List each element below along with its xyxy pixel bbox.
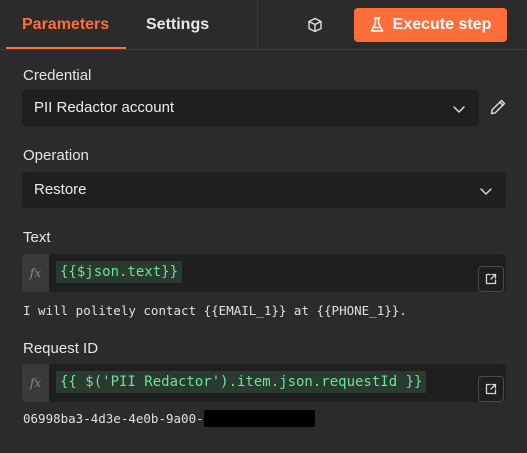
operation-value: Restore [34,181,87,198]
request-id-result-text: 06998ba3-4d3e-4e0b-9a00- [23,411,204,426]
expand-editor-button[interactable] [478,266,504,292]
active-tab-indicator [6,47,126,49]
fx-icon: fx [22,254,49,292]
chevron-down-icon [480,188,492,195]
text-result-preview: I will politely contact {{EMAIL_1}} at {… [23,303,407,318]
header-divider [257,0,258,50]
flask-icon [370,17,383,32]
chevron-down-icon [453,106,465,113]
operation-select[interactable]: Restore [22,172,506,208]
fx-icon: fx [22,364,49,402]
request-id-result-preview: 06998ba3-4d3e-4e0b-9a00- [23,409,315,427]
open-editor-icon [485,383,497,395]
open-editor-icon [485,273,497,285]
panel-header: Parameters Settings Execute step [0,0,527,50]
request-id-expression-input[interactable]: fx {{ $('PII Redactor').item.json.reques… [22,364,506,402]
expand-editor-button[interactable] [478,376,504,402]
request-id-expression-value: {{ $('PII Redactor').item.json.requestId… [56,371,427,393]
credential-select[interactable]: PII Redactor account [22,90,479,126]
request-id-label: Request ID [23,340,99,357]
tab-parameters[interactable]: Parameters [22,0,109,50]
execute-step-label: Execute step [392,16,492,33]
text-expression-value: {{$json.text}} [56,261,183,283]
operation-label: Operation [23,147,89,164]
cube-icon[interactable] [307,17,323,33]
credential-value: PII Redactor account [34,99,175,116]
pencil-icon[interactable] [489,98,507,116]
credential-label: Credential [23,67,92,84]
tab-settings[interactable]: Settings [146,0,209,50]
redacted-block [203,409,315,427]
text-expression-input[interactable]: fx {{$json.text}} [22,254,506,292]
execute-step-button[interactable]: Execute step [354,8,507,42]
text-label: Text [23,229,51,246]
